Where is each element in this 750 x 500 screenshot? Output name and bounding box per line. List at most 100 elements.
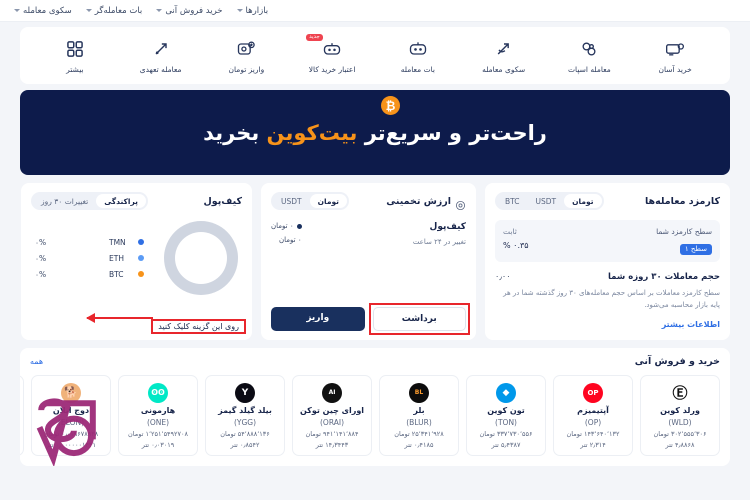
wallet-view-tabs: پراکندگی تغییرات ۳۰ روز xyxy=(31,192,148,210)
coin-symbol: (ONE) xyxy=(146,417,170,427)
blur-icon: BL xyxy=(409,382,429,403)
banner-title: راحت‌تر و سریع‌تر بیت‌کوین بخرید xyxy=(203,121,547,145)
quick-action-label: سکوی معامله xyxy=(482,64,526,74)
value-change-label: تغییر در ۲۴ ساعت xyxy=(412,238,466,246)
value-wallet-amount-text: ۰ تومان xyxy=(271,222,294,230)
coin-name: اورای چین توکن xyxy=(299,405,365,415)
quick-action-easy-buy[interactable]: خرید آسان xyxy=(633,38,717,74)
nav-label: بات معامله‌گر xyxy=(94,5,143,16)
fee-tab-btc[interactable]: BTC xyxy=(497,194,528,208)
coin-card-one[interactable]: ʘʘ هارمونی (ONE) ۱٬۲۵۱٬۵۴۹۲۷۰۸ تومان ۰٫۰… xyxy=(118,374,198,456)
nav-item-instant-trade[interactable]: خرید فروش آنی xyxy=(156,6,223,16)
top-navigation-bar: بازارها خرید فروش آنی بات معامله‌گر سکوی… xyxy=(0,0,750,22)
nav-label: بازارها xyxy=(245,5,269,16)
coin-price-tether: ۲٫۳۱۴ تتر xyxy=(580,440,606,449)
coin-price-tether: ۵٫۴۳۸۷ تتر xyxy=(491,440,521,449)
value-tab-toman[interactable]: تومان xyxy=(309,194,347,208)
worldcoin-icon: Ⓔ xyxy=(670,382,690,403)
promo-banner-section: ₿ راحت‌تر و سریع‌تر بیت‌کوین بخرید xyxy=(0,84,750,175)
fee-fixed-value: ۰.۳۵ % xyxy=(503,241,529,250)
estimated-value-card: ارزش تخمینی تومان USDT کیف‌پول تغییر در … xyxy=(261,183,476,340)
quick-action-margin-trade[interactable]: معامله تعهدی xyxy=(119,38,203,74)
coin-card-elon[interactable]: 🐕 دوج ایلان (ELON) ۰٫۰۱۹۶۷۸۹۳۸ تومان ۰٫۰… xyxy=(31,374,111,456)
annotation-callout: روی این گزینه کلیک کنید xyxy=(86,312,246,334)
coin-card-ant[interactable]: ◕ آراگون (ANT) ۵۵٬۸۹۱٬۲۸۶۶ تومان ۸٫۷۸۱۹ … xyxy=(20,374,24,456)
deposit-button[interactable]: واریز xyxy=(271,306,365,331)
value-numbers: ۰ تومان ۰ تومان xyxy=(271,222,302,246)
bitcoin-coin-icon: ₿ xyxy=(381,96,400,115)
wallet-donut-chart xyxy=(164,221,238,295)
nav-item-trade-platform[interactable]: سکوی معامله xyxy=(14,6,72,16)
summary-cards-row: کارمزد معامله‌ها تومان USDT BTC سطح کارم… xyxy=(0,175,750,340)
eye-icon[interactable] xyxy=(455,196,466,210)
quick-action-goods-credit[interactable]: جدید اعتبار خرید کالا xyxy=(290,33,374,74)
value-card-title: ارزش تخمینی xyxy=(386,195,451,207)
quick-action-spot-trade[interactable]: معامله اسپات xyxy=(547,38,631,74)
coin-card-ton[interactable]: ◆ تون کوین (TON) ۳۳۷٬۷۳۰٬۵۵۶ تومان ۵٫۴۳۸… xyxy=(466,374,546,456)
fee-tab-toman[interactable]: تومان xyxy=(564,194,602,208)
legend-symbol: BTC xyxy=(109,269,124,279)
chevron-down-icon xyxy=(156,9,163,12)
fee-description: سطح کارمزد معاملات بر اساس حجم معامله‌ها… xyxy=(503,289,720,309)
coin-price-toman: ۱٬۲۵۱٬۵۴۹۲۷۰۸ تومان xyxy=(128,429,189,438)
legend-percent: ۰% xyxy=(35,253,47,263)
chevron-down-icon xyxy=(85,9,92,12)
easy-buy-icon xyxy=(664,38,686,60)
withdraw-button-highlight: برداشت xyxy=(368,302,470,335)
coin-price-tether: ۰٫۰۰۰۰۰۰۱۴۳۱ تتر xyxy=(46,440,96,449)
fee-level-label: سطح کارمزد شما xyxy=(656,227,712,236)
legend-symbol: ETH xyxy=(109,253,124,263)
fee-level-badge: سطح ۱ xyxy=(679,243,712,255)
legend-color-dot xyxy=(138,271,144,277)
coin-card-wld[interactable]: Ⓔ ورلد کوین (WLD) ۳۰۲٬۵۵۵٬۳۰۶ تومان ۴٫۸۸… xyxy=(640,374,720,456)
wallet-tab-distribution[interactable]: پراکندگی xyxy=(96,194,146,208)
legend-percent: ۰% xyxy=(35,269,47,279)
coin-name: آپتیمیزم xyxy=(577,405,609,415)
fee-tab-usdt[interactable]: USDT xyxy=(528,194,565,208)
coin-symbol: (OP) xyxy=(584,417,602,427)
coin-symbol: (YGG) xyxy=(233,417,257,427)
market-section-title: خرید و فروش آنی xyxy=(634,355,720,367)
value-tab-usdt[interactable]: USDT xyxy=(273,194,310,208)
fee-card-title: کارمزد معامله‌ها xyxy=(644,195,720,207)
quick-action-label: خرید آسان xyxy=(658,64,692,74)
wallet-card-header: کیف‌پول پراکندگی تغییرات ۳۰ روز xyxy=(31,192,242,210)
quick-action-more[interactable]: بیشتر xyxy=(33,38,117,74)
coin-symbol: (TON) xyxy=(495,417,517,427)
legend-item-eth: ETH ۰% xyxy=(35,254,144,263)
coin-card-blur[interactable]: BL بلر (BLUR) ۲۵٬۳۴۱٬۹۲۸ تومان ۰٫۴۱۸۵ تت… xyxy=(379,374,459,456)
quick-action-deposit-toman[interactable]: واریز تومان xyxy=(204,38,288,74)
coin-card-op[interactable]: OP آپتیمیزم (OP) ۱۴۳٬۶۴۰٬۱۳۲ تومان ۲٫۳۱۴… xyxy=(553,374,633,456)
coin-symbol: (WLD) xyxy=(668,417,692,427)
banner-text-before: راحت‌تر و سریع‌تر xyxy=(357,120,547,145)
withdraw-button[interactable]: برداشت xyxy=(372,306,466,331)
legend-symbol: TMN xyxy=(109,237,126,247)
trading-bot-icon xyxy=(407,38,429,60)
nav-item-trading-bot[interactable]: بات معامله‌گر xyxy=(85,5,143,16)
quick-action-trade-platform[interactable]: سکوی معامله xyxy=(462,38,546,74)
value-labels: کیف‌پول تغییر در ۲۴ ساعت xyxy=(413,222,466,246)
fee-volume-label: حجم معاملات ۳۰ روزه شما xyxy=(607,272,720,282)
value-title-group: ارزش تخمینی xyxy=(386,195,466,210)
fee-card-header: کارمزد معامله‌ها تومان USDT BTC xyxy=(495,192,720,210)
coin-card-ygg[interactable]: Y بیلد گیلد گیمز (YGG) ۵۴٬۸۸۸٬۱۳۶ تومان … xyxy=(205,374,285,456)
fee-card: کارمزد معامله‌ها تومان USDT BTC سطح کارم… xyxy=(485,183,730,340)
promo-banner[interactable]: ₿ راحت‌تر و سریع‌تر بیت‌کوین بخرید xyxy=(20,90,730,175)
fee-more-info-link[interactable]: اطلاعات بیشتر xyxy=(662,320,720,329)
nav-item-markets[interactable]: بازارها xyxy=(236,5,269,16)
quick-action-trading-bot[interactable]: بات معامله xyxy=(376,38,460,74)
coin-price-toman: ۰٫۰۱۹۶۷۸۹۳۸ تومان xyxy=(43,429,99,438)
wallet-distribution-card: کیف‌پول پراکندگی تغییرات ۳۰ روز TMN ۰% xyxy=(21,183,252,340)
quick-action-label: معامله تعهدی xyxy=(139,64,182,74)
fee-level-box: سطح کارمزد شما سطح ۱ ثابت ۰.۳۵ % xyxy=(495,220,720,262)
fee-level-left: سطح کارمزد شما سطح ۱ xyxy=(656,227,712,255)
nav-label: سکوی معامله xyxy=(23,5,72,16)
wallet-tab-30day-change[interactable]: تغییرات ۳۰ روز xyxy=(33,194,96,208)
fee-fixed-label: ثابت xyxy=(503,227,517,236)
market-view-all-link[interactable]: همه xyxy=(30,357,43,366)
coin-card-orai[interactable]: AI اورای چین توکن (ORAI) ۹۴۱٬۱۴۱٬۸۸۴ توم… xyxy=(292,374,372,456)
coin-price-toman: ۹۴۱٬۱۴۱٬۸۸۴ تومان xyxy=(305,429,359,438)
coin-price-tether: ۴٫۸۸۶۸ تتر xyxy=(665,440,695,449)
yieldguildgames-icon: Y xyxy=(235,382,255,403)
trade-platform-icon xyxy=(493,38,515,60)
